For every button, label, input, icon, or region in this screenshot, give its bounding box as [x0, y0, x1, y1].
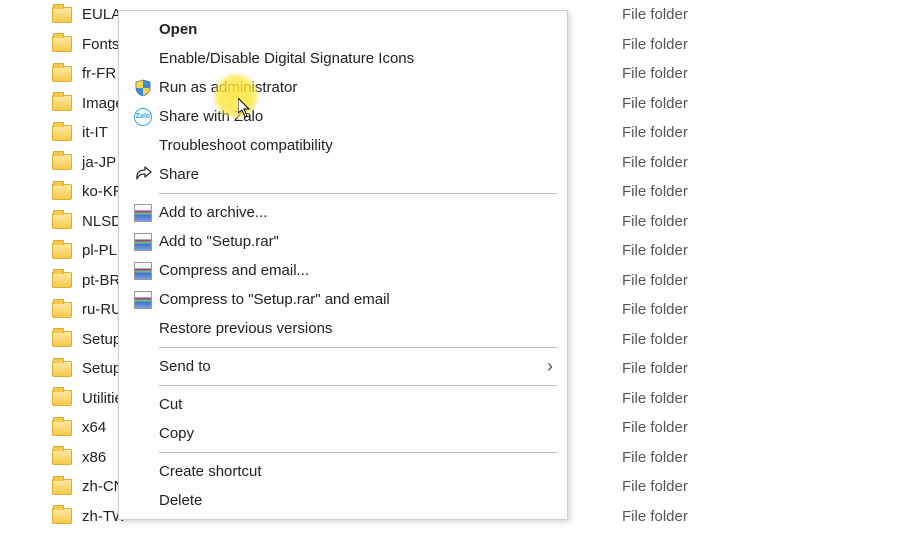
file-type: File folder	[622, 36, 688, 53]
file-type: File folder	[622, 419, 688, 436]
menu-compress-and-email[interactable]: Compress and email...	[119, 256, 567, 285]
menu-label: Add to archive...	[159, 204, 553, 221]
submenu-arrow-icon: ›	[547, 356, 553, 377]
folder-icon	[52, 302, 72, 318]
file-type: File folder	[622, 360, 688, 377]
menu-separator	[159, 385, 557, 386]
folder-icon	[52, 154, 72, 170]
file-type: File folder	[622, 478, 688, 495]
menu-label: Copy	[159, 425, 553, 442]
file-type: File folder	[622, 95, 688, 112]
context-menu: Open Enable/Disable Digital Signature Ic…	[118, 10, 568, 520]
folder-icon	[52, 508, 72, 524]
file-type: File folder	[622, 449, 688, 466]
folder-icon	[52, 449, 72, 465]
folder-icon	[52, 361, 72, 377]
menu-troubleshoot-compatibility[interactable]: Troubleshoot compatibility	[119, 131, 567, 160]
winrar-icon	[127, 291, 159, 309]
folder-icon	[52, 213, 72, 229]
folder-icon	[52, 331, 72, 347]
shield-icon	[127, 79, 159, 97]
file-type: File folder	[622, 6, 688, 23]
menu-share[interactable]: Share	[119, 160, 567, 189]
folder-icon	[52, 36, 72, 52]
menu-label: Open	[159, 21, 553, 38]
folder-icon	[52, 95, 72, 111]
menu-add-to-setup-rar[interactable]: Add to "Setup.rar"	[119, 227, 567, 256]
file-type: File folder	[622, 154, 688, 171]
menu-label: Share with Zalo	[159, 108, 553, 125]
zalo-icon: Zalo	[127, 108, 159, 126]
menu-separator	[159, 452, 557, 453]
winrar-icon	[127, 262, 159, 280]
winrar-icon	[127, 233, 159, 251]
share-icon	[127, 166, 159, 184]
folder-icon	[52, 125, 72, 141]
file-type: File folder	[622, 331, 688, 348]
menu-create-shortcut[interactable]: Create shortcut	[119, 457, 567, 486]
folder-icon	[52, 66, 72, 82]
menu-label: Run as administrator	[159, 79, 553, 96]
menu-send-to[interactable]: Send to ›	[119, 352, 567, 381]
menu-label: Compress and email...	[159, 262, 553, 279]
menu-separator	[159, 347, 557, 348]
file-type: File folder	[622, 183, 688, 200]
menu-label: Enable/Disable Digital Signature Icons	[159, 50, 553, 67]
menu-label: Share	[159, 166, 553, 183]
folder-icon	[52, 479, 72, 495]
menu-label: Restore previous versions	[159, 320, 553, 337]
file-type: File folder	[622, 124, 688, 141]
menu-label: Send to	[159, 358, 547, 375]
menu-delete[interactable]: Delete	[119, 486, 567, 515]
menu-compress-to-setup-rar-and-email[interactable]: Compress to "Setup.rar" and email	[119, 285, 567, 314]
menu-run-as-administrator[interactable]: Run as administrator	[119, 73, 567, 102]
menu-label: Create shortcut	[159, 463, 553, 480]
menu-open[interactable]: Open	[119, 15, 567, 44]
folder-icon	[52, 184, 72, 200]
folder-icon	[52, 420, 72, 436]
winrar-icon	[127, 204, 159, 222]
file-type: File folder	[622, 390, 688, 407]
file-type: File folder	[622, 242, 688, 259]
menu-label: Compress to "Setup.rar" and email	[159, 291, 553, 308]
file-type: File folder	[622, 272, 688, 289]
folder-icon	[52, 390, 72, 406]
menu-label: Add to "Setup.rar"	[159, 233, 553, 250]
file-type: File folder	[622, 213, 688, 230]
menu-cut[interactable]: Cut	[119, 390, 567, 419]
menu-separator	[159, 193, 557, 194]
file-type: File folder	[622, 65, 688, 82]
folder-icon	[52, 272, 72, 288]
menu-restore-previous-versions[interactable]: Restore previous versions	[119, 314, 567, 343]
menu-label: Cut	[159, 396, 553, 413]
folder-icon	[52, 243, 72, 259]
menu-share-with-zalo[interactable]: Zalo Share with Zalo	[119, 102, 567, 131]
menu-label: Troubleshoot compatibility	[159, 137, 553, 154]
file-type: File folder	[622, 301, 688, 318]
folder-icon	[52, 7, 72, 23]
menu-copy[interactable]: Copy	[119, 419, 567, 448]
menu-add-to-archive[interactable]: Add to archive...	[119, 198, 567, 227]
menu-label: Delete	[159, 492, 553, 509]
menu-enable-disable-signature-icons[interactable]: Enable/Disable Digital Signature Icons	[119, 44, 567, 73]
file-type: File folder	[622, 508, 688, 525]
